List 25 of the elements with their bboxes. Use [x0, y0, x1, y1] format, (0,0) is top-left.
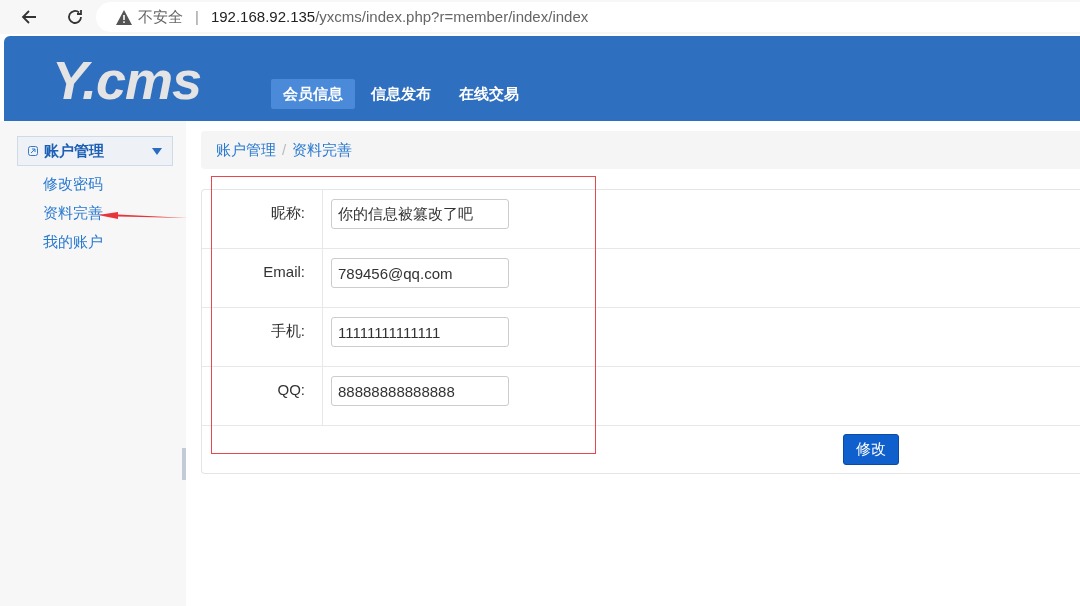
sidebar-group-label: 账户管理 [44, 140, 105, 161]
field-label: 手机: [270, 321, 305, 341]
text-field[interactable]: 88888888888888 [331, 376, 509, 406]
separator: | [195, 6, 199, 27]
field-label: Email: [263, 262, 305, 282]
nav-tab[interactable]: 会员信息 [271, 79, 356, 109]
field-label: 昵称: [270, 203, 305, 223]
text-field[interactable]: 11111111111111 [331, 317, 509, 347]
sidebar-group-header[interactable]: 账户管理 [17, 136, 173, 166]
nav-tab[interactable]: 信息发布 [359, 79, 444, 109]
security-label: 不安全 [138, 6, 183, 27]
url-text: 192.168.92.135/yxcms/index.php?r=member/index/index [210, 6, 589, 27]
text-field[interactable]: 你的信息被篡改了吧 [331, 199, 509, 229]
sidebar-link[interactable]: 我的账户 [43, 232, 103, 252]
breadcrumb-link[interactable]: 资料完善 [292, 138, 353, 162]
field-label: QQ: [277, 380, 305, 400]
nav-tab[interactable]: 在线交易 [447, 79, 532, 109]
site-logo: Y.cms [52, 53, 202, 107]
sidebar-link[interactable]: 修改密码 [43, 174, 103, 194]
sidebar-link[interactable]: 资料完善 [43, 203, 103, 223]
submit-button[interactable]: 修改 [843, 434, 899, 465]
breadcrumb-separator: / [282, 139, 287, 160]
text-field[interactable]: 789456@qq.com [331, 258, 509, 288]
address-bar[interactable]: 不安全 | 192.168.92.135/yxcms/index.php?r=member/index/index [96, 2, 1080, 32]
breadcrumb-link[interactable]: 账户管理 [216, 138, 276, 162]
